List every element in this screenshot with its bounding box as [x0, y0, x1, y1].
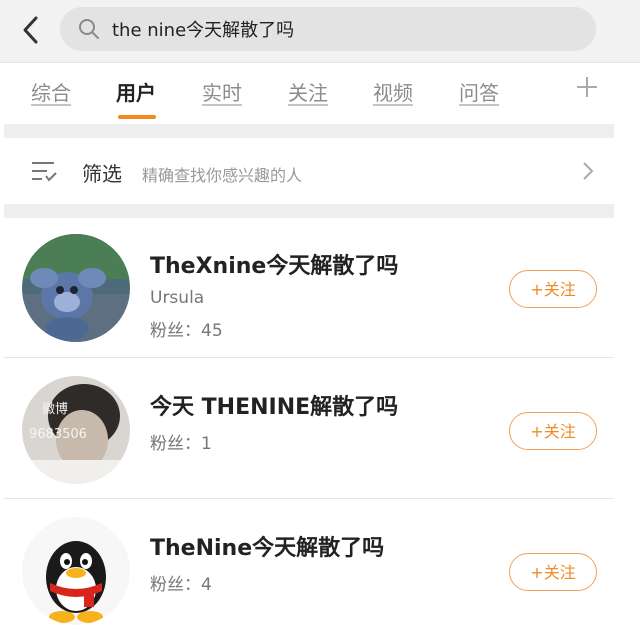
follower-count: 粉丝：4 — [150, 575, 212, 595]
tab-qa[interactable]: 问答 — [459, 77, 499, 106]
filter-hint: 精确查找你感兴趣的人 — [142, 166, 303, 185]
section-divider — [4, 204, 614, 218]
search-box[interactable] — [60, 7, 596, 51]
back-arrow-icon[interactable] — [14, 12, 50, 48]
user-result-row[interactable]: 徽博 9683506 今天 THENINE解散了吗 粉丝：1 +关注 — [4, 359, 614, 499]
follow-button[interactable]: +关注 — [509, 270, 597, 308]
user-name[interactable]: TheXnine今天解散了吗 — [150, 248, 398, 280]
chevron-right-icon — [583, 162, 594, 180]
filter-label: 筛选 — [82, 162, 122, 186]
filter-row[interactable]: 筛选 精确查找你感兴趣的人 — [4, 138, 614, 204]
search-input[interactable] — [112, 7, 582, 51]
avatar[interactable] — [22, 517, 130, 625]
active-tab-indicator — [118, 115, 156, 119]
avatar[interactable] — [22, 234, 130, 342]
user-result-row[interactable]: TheXnine今天解散了吗 Ursula 粉丝：45 +关注 — [4, 218, 614, 358]
avatar-text-name: 徽博 — [42, 402, 68, 417]
follower-count: 粉丝：45 — [150, 321, 223, 341]
follow-button[interactable]: +关注 — [509, 553, 597, 591]
follower-count: 粉丝：1 — [150, 434, 212, 454]
user-subtitle: Ursula — [150, 288, 205, 308]
user-name[interactable]: TheNine今天解散了吗 — [150, 530, 384, 562]
avatar-text-number: 9683506 — [29, 427, 87, 442]
avatar[interactable]: 徽博 9683506 — [22, 376, 130, 484]
tab-video[interactable]: 视频 — [373, 77, 413, 106]
tab-users[interactable]: 用户 — [116, 77, 156, 106]
section-divider — [4, 124, 614, 138]
filter-icon — [32, 162, 57, 182]
tab-following[interactable]: 关注 — [288, 77, 328, 106]
search-header — [0, 0, 640, 62]
tab-realtime[interactable]: 实时 — [202, 77, 242, 106]
plus-icon[interactable] — [574, 74, 600, 100]
user-name[interactable]: 今天 THENINE解散了吗 — [150, 389, 398, 421]
user-result-row[interactable]: TheNine今天解散了吗 粉丝：4 +关注 — [4, 500, 614, 635]
tab-bar: 综合 用户 实时 关注 视频 问答 — [0, 62, 640, 124]
tab-general[interactable]: 综合 — [31, 77, 71, 106]
follow-button[interactable]: +关注 — [509, 412, 597, 450]
search-icon — [79, 19, 99, 39]
